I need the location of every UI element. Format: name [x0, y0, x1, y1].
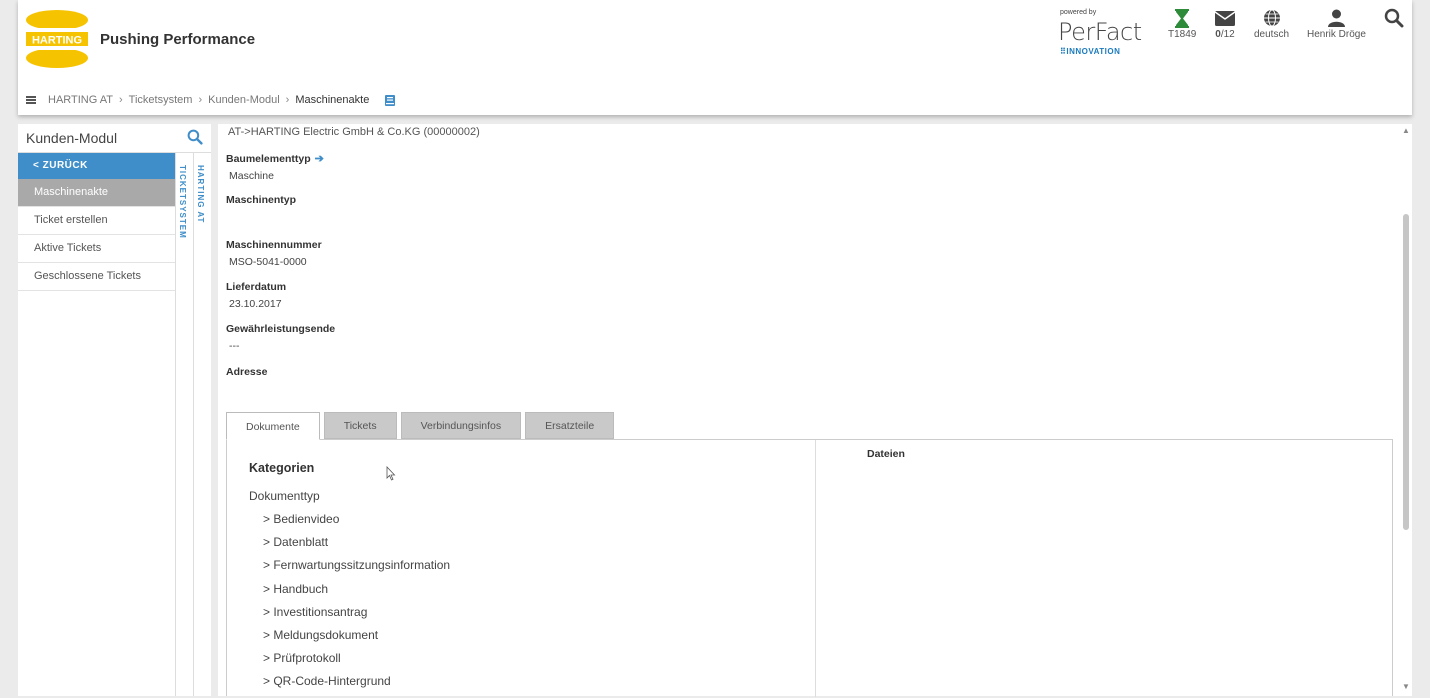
- sidebar-item-geschlossene-tickets[interactable]: Geschlossene Tickets: [18, 263, 175, 291]
- ticket-timer-button[interactable]: T1849: [1168, 8, 1196, 40]
- category-item-datenblatt[interactable]: > Datenblatt: [263, 535, 450, 558]
- language-label: deutsch: [1254, 29, 1290, 40]
- field-lieferdatum: Lieferdatum 23.10.2017: [226, 281, 286, 310]
- arrow-right-icon[interactable]: ➔: [315, 152, 324, 165]
- messages-total: /12: [1220, 29, 1235, 40]
- field-adresse: Adresse: [226, 366, 267, 378]
- sidebar-item-ticket-erstellen[interactable]: Ticket erstellen: [18, 207, 175, 235]
- category-group-dokumenttyp[interactable]: Dokumenttyp: [249, 489, 320, 503]
- bookmark-book-icon[interactable]: [385, 94, 396, 106]
- perfact-logo: powered by PerFact ⠿INNOVATION: [1058, 9, 1142, 59]
- categories-panel: Kategorien Dokumenttyp > Bedienvideo > D…: [227, 440, 816, 697]
- envelope-icon: [1215, 8, 1235, 28]
- mouse-cursor-icon: [386, 466, 396, 481]
- breadcrumb-item-harting-at[interactable]: HARTING AT: [48, 94, 113, 106]
- app-header: HARTING Pushing Performance powered by P…: [18, 0, 1412, 115]
- sidebar-item-maschinenakte[interactable]: Maschinenakte: [18, 179, 175, 207]
- field-baumelementtyp: Baumelementtyp ➔ Maschine: [226, 152, 324, 183]
- files-title: Dateien: [867, 448, 905, 460]
- ticket-label: T1849: [1168, 29, 1197, 40]
- sidebar-search-icon[interactable]: [187, 129, 203, 145]
- field-label: Gewährleistungsende: [226, 323, 336, 335]
- field-value: ---: [229, 340, 240, 352]
- breadcrumb-separator: ›: [119, 94, 123, 106]
- field-label: Maschinentyp: [226, 194, 297, 206]
- vertical-tab-ticketsystem[interactable]: TICKETSYSTEM: [178, 165, 187, 239]
- sidebar-header: Kunden-Modul: [18, 124, 211, 153]
- harting-logo-text: HARTING: [32, 35, 82, 47]
- scroll-up-arrow-icon[interactable]: ▲: [1402, 126, 1410, 135]
- user-icon: [1307, 8, 1366, 28]
- field-gewaehrleistungsende: Gewährleistungsende ---: [226, 323, 335, 352]
- hamburger-menu-icon[interactable]: [26, 96, 36, 104]
- field-maschinentyp: Maschinentyp: [226, 194, 296, 211]
- sidebar-title: Kunden-Modul: [26, 130, 118, 146]
- category-item-fernwartung[interactable]: > Fernwartungssitzungsinformation: [263, 558, 450, 581]
- language-button[interactable]: deutsch: [1254, 8, 1289, 40]
- globe-icon: [1254, 8, 1289, 28]
- scrollbar-thumb[interactable]: [1403, 214, 1409, 530]
- tab-ersatzteile[interactable]: Ersatzteile: [525, 412, 615, 439]
- powered-by-text: powered by: [1060, 9, 1097, 16]
- sidebar-item-aktive-tickets[interactable]: Aktive Tickets: [18, 235, 175, 263]
- field-value: MSO-5041-0000: [229, 256, 307, 268]
- categories-title: Kategorien: [249, 461, 315, 475]
- category-item-meldungsdokument[interactable]: > Meldungsdokument: [263, 628, 450, 651]
- harting-logo[interactable]: HARTING: [24, 8, 90, 70]
- brand-tagline: Pushing Performance: [100, 31, 256, 48]
- breadcrumb-separator: ›: [285, 94, 290, 106]
- user-label: Henrik Dröge: [1307, 29, 1366, 40]
- field-label: Adresse: [226, 366, 268, 378]
- record-path: AT->HARTING Electric GmbH & Co.KG (00000…: [228, 126, 480, 138]
- tab-verbindungsinfos[interactable]: Verbindungsinfos: [400, 412, 522, 439]
- vertical-tab-divider: [193, 153, 194, 696]
- field-label: Baumelementtyp: [226, 152, 311, 165]
- breadcrumb-item-ticketsystem[interactable]: Ticketsystem: [129, 94, 193, 106]
- field-value: 23.10.2017: [229, 298, 282, 310]
- search-icon: [1384, 8, 1404, 28]
- user-menu-button[interactable]: Henrik Dröge: [1307, 8, 1366, 40]
- main-scrollbar[interactable]: ▲ ▼: [1400, 124, 1412, 696]
- tab-dokumente[interactable]: Dokumente: [226, 412, 320, 440]
- vertical-tab-harting-at[interactable]: HARTING AT: [196, 165, 205, 223]
- sidebar: Kunden-Modul < ZURÜCK Maschinenakte Tick…: [18, 124, 211, 696]
- global-search-button[interactable]: [1384, 8, 1404, 33]
- tab-tickets[interactable]: Tickets: [323, 412, 397, 439]
- documents-panel: Kategorien Dokumenttyp > Bedienvideo > D…: [226, 439, 1393, 697]
- perfact-innovation: ⠿INNOVATION: [1060, 47, 1121, 56]
- category-item-pruefprotokoll[interactable]: > Prüfprotokoll: [263, 651, 450, 674]
- hourglass-icon: [1168, 8, 1196, 28]
- breadcrumb-separator: ›: [198, 94, 203, 106]
- back-button[interactable]: < ZURÜCK: [18, 153, 175, 179]
- main-content: AT->HARTING Electric GmbH & Co.KG (00000…: [218, 124, 1412, 697]
- breadcrumb-current: Maschinenakte: [295, 94, 370, 106]
- category-item-investitionsantrag[interactable]: > Investitionsantrag: [263, 605, 450, 628]
- breadcrumb-item-kunden-modul[interactable]: Kunden-Modul: [208, 94, 280, 106]
- sidebar-menu: < ZURÜCK Maschinenakte Ticket erstellen …: [18, 153, 175, 291]
- breadcrumb: HARTING AT › Ticketsystem › Kunden-Modul…: [26, 94, 396, 106]
- field-value: Maschine: [229, 170, 274, 182]
- scroll-down-arrow-icon[interactable]: ▼: [1402, 682, 1410, 691]
- category-list: > Bedienvideo > Datenblatt > Fernwartung…: [263, 512, 450, 698]
- messages-button[interactable]: 0/12: [1215, 8, 1235, 40]
- category-item-bedienvideo[interactable]: > Bedienvideo: [263, 512, 450, 535]
- category-item-handbuch[interactable]: > Handbuch: [263, 582, 450, 605]
- category-item-qr-code[interactable]: > QR-Code-Hintergrund: [263, 674, 450, 697]
- tab-bar: Dokumente Tickets Verbindungsinfos Ersat…: [226, 412, 615, 440]
- perfact-name: PerFact: [1058, 18, 1142, 46]
- field-label: Maschinennummer: [226, 239, 322, 251]
- vertical-tabs: TICKETSYSTEM HARTING AT: [175, 153, 211, 696]
- field-maschinennummer: Maschinennummer MSO-5041-0000: [226, 239, 322, 268]
- field-label: Lieferdatum: [226, 281, 287, 293]
